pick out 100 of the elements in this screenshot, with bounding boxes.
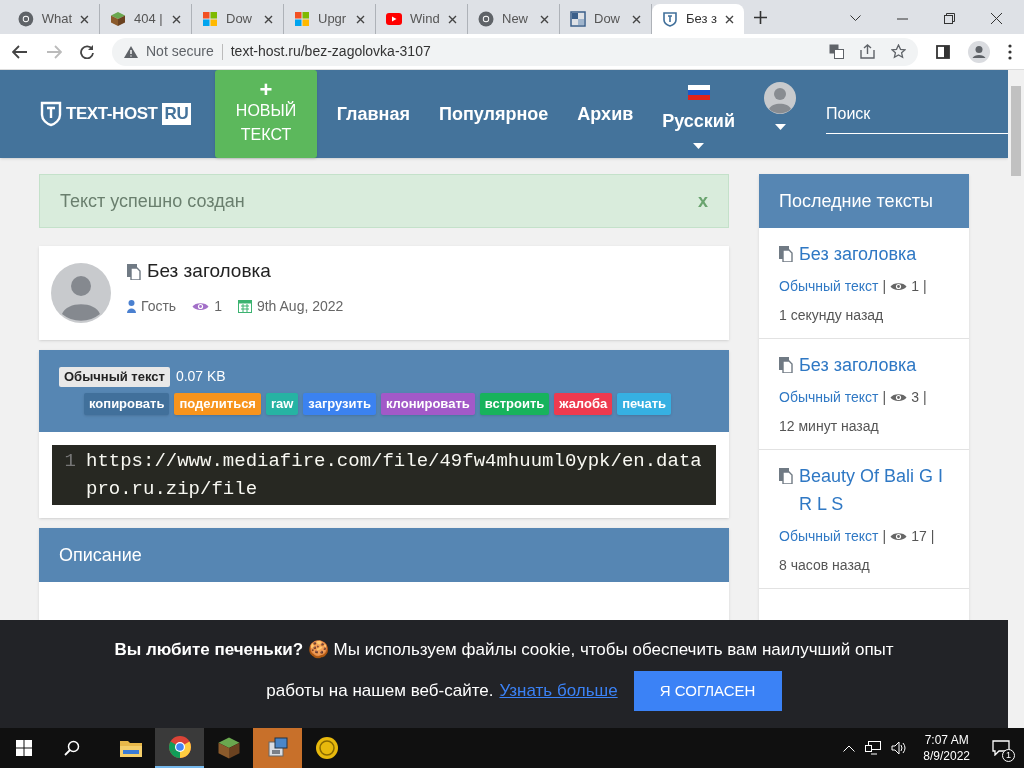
caret-icon xyxy=(693,143,705,149)
tab-title: Upgr xyxy=(318,10,347,29)
eye-icon xyxy=(890,281,908,292)
separator: | xyxy=(882,277,887,296)
profile-icon[interactable] xyxy=(968,40,990,63)
browser-tab[interactable]: Без з xyxy=(652,4,744,34)
chevron-up-icon[interactable] xyxy=(843,744,856,752)
learn-more-link[interactable]: Узнать больше xyxy=(499,678,618,704)
nav-link[interactable]: Популярное xyxy=(438,100,549,128)
tab-title: New xyxy=(502,10,528,29)
reload-icon[interactable] xyxy=(80,44,94,59)
recent-item[interactable]: Beauty Of Bali G I R L S Обычный текст | 17 | 8 часов назад xyxy=(759,450,969,589)
action-button[interactable]: загрузить xyxy=(303,393,376,415)
notification-badge: 1 xyxy=(1002,749,1015,762)
separator: | xyxy=(922,277,927,296)
separator: | xyxy=(882,527,887,546)
minimize-icon[interactable] xyxy=(897,17,908,20)
code-line: https://www.mediafire.com/file/49fw4mhuuml0ypk/en.datapro.ru.zip/file xyxy=(86,449,703,502)
network-icon[interactable] xyxy=(865,741,882,755)
tab-title: Wind xyxy=(410,10,440,29)
close-icon[interactable] xyxy=(264,14,273,24)
type-link[interactable]: Обычный текст xyxy=(779,387,879,408)
volume-icon[interactable] xyxy=(891,741,908,755)
shield-icon xyxy=(40,101,62,127)
document-icon xyxy=(127,263,141,280)
grass-block-icon xyxy=(110,11,126,27)
close-icon[interactable] xyxy=(991,13,1002,24)
folder-icon xyxy=(118,738,143,758)
type-link[interactable]: Обычный текст xyxy=(779,276,879,297)
action-button[interactable]: встроить xyxy=(479,393,550,415)
site-logo[interactable]: TEXT-HOST RU xyxy=(40,101,192,127)
close-icon[interactable] xyxy=(172,14,181,24)
date-text: 9th Aug, 2022 xyxy=(256,296,344,316)
chrome-icon xyxy=(18,11,34,27)
nav-link[interactable]: Главная xyxy=(336,100,410,128)
recent-title[interactable]: Без заголовка xyxy=(799,240,917,268)
squares-icon xyxy=(570,11,586,27)
new-tab-icon[interactable] xyxy=(754,11,767,24)
close-icon[interactable] xyxy=(448,14,457,24)
translate-icon[interactable] xyxy=(829,44,844,59)
calendar-icon xyxy=(237,299,252,314)
panel-title: Описание xyxy=(59,543,142,567)
eye-icon xyxy=(890,392,908,403)
tab-title: What xyxy=(41,10,73,29)
close-icon[interactable] xyxy=(356,14,365,24)
syntax-label: Обычный текст xyxy=(59,366,170,387)
installer-icon xyxy=(265,736,290,760)
paste-title: Без заголовка xyxy=(147,259,271,284)
language-dropdown[interactable]: Русский xyxy=(662,108,735,135)
views-count: 17 xyxy=(911,527,927,546)
back-icon[interactable] xyxy=(12,44,28,59)
document-icon xyxy=(779,357,793,373)
caret-icon xyxy=(774,124,786,130)
recent-title[interactable]: Без заголовка xyxy=(799,351,917,379)
action-button[interactable]: жалоба xyxy=(554,393,613,415)
side-panel-icon[interactable] xyxy=(936,44,950,59)
action-button[interactable]: клонировать xyxy=(380,393,475,415)
views-count: 3 xyxy=(911,388,919,407)
security-label: Not secure xyxy=(146,42,214,61)
avatar-icon[interactable] xyxy=(764,82,796,114)
recent-title[interactable]: Beauty Of Bali G I R L S xyxy=(799,462,949,518)
accept-button[interactable]: Я СОГЛАСЕН xyxy=(633,670,782,711)
close-icon[interactable] xyxy=(725,14,734,24)
eye-icon xyxy=(192,300,210,312)
cookie-message: работы на нашем веб-сайте. xyxy=(266,680,494,702)
windows-icon xyxy=(202,11,218,27)
star-icon[interactable] xyxy=(891,44,906,59)
chrome-icon xyxy=(478,11,494,27)
menu-icon[interactable] xyxy=(1008,43,1012,60)
notification-button[interactable]: 1 xyxy=(986,733,1016,763)
coin-icon xyxy=(314,736,339,760)
clock-date: 8/9/2022 xyxy=(923,748,970,764)
windows-icon xyxy=(294,11,310,27)
time-text: 8 часов назад xyxy=(779,556,871,575)
document-icon xyxy=(779,246,793,262)
close-icon[interactable] xyxy=(540,14,549,24)
close-icon[interactable] xyxy=(80,14,89,24)
shield-icon xyxy=(662,11,678,27)
time-text: 12 минут назад xyxy=(779,417,880,436)
restore-icon[interactable] xyxy=(944,13,955,24)
taskbar-app[interactable] xyxy=(155,728,204,768)
author-text: Гость xyxy=(141,296,177,316)
time-text: 1 секунду назад xyxy=(779,306,885,325)
address-field[interactable]: Not secure text-host.ru/bez-zagolovka-3107 xyxy=(112,37,918,66)
search-icon[interactable] xyxy=(64,740,80,756)
action-button[interactable]: raw xyxy=(265,393,299,415)
type-link[interactable]: Обычный текст xyxy=(779,526,879,547)
views-count: 1 xyxy=(911,277,919,296)
close-icon[interactable] xyxy=(632,14,641,24)
panel-title: Последние тексты xyxy=(779,189,933,213)
windows-start-icon[interactable] xyxy=(16,740,32,756)
nav-link[interactable]: Архив xyxy=(577,100,634,128)
play-icon xyxy=(386,13,402,25)
chevron-down-icon[interactable] xyxy=(850,15,861,22)
action-button[interactable]: копировать xyxy=(84,393,170,415)
tab-title: Без з xyxy=(686,10,717,29)
recent-item[interactable]: Без заголовка Обычный текст | 3 | 12 минут назад xyxy=(759,339,969,450)
share-icon[interactable] xyxy=(860,44,875,59)
size-text: 0.07 KB xyxy=(175,367,226,386)
recent-item[interactable]: Без заголовка Обычный текст | 1 | 1 секунду назад xyxy=(759,228,969,339)
